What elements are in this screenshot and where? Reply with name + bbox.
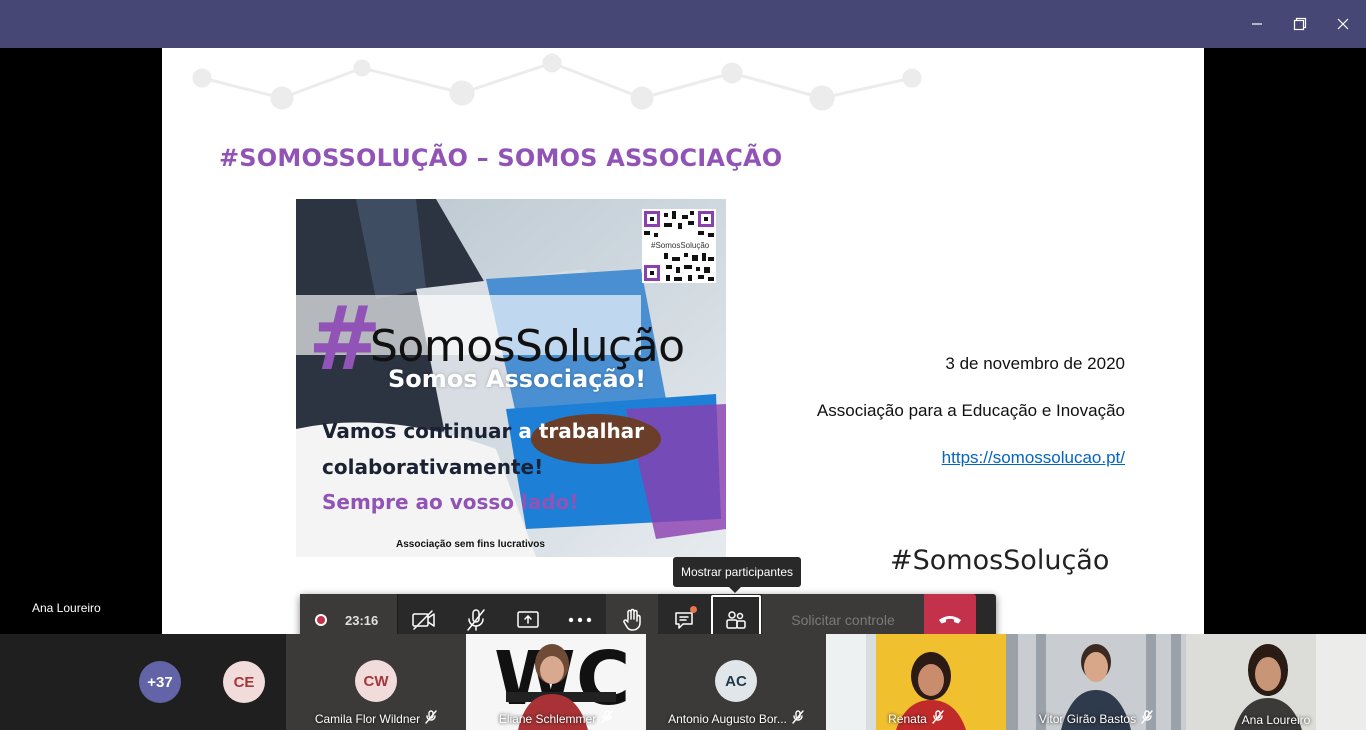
participant-name: Vitor Girão Bastos [1038, 711, 1137, 726]
more-icon [568, 617, 592, 623]
participant-name-row: Camila Flor Wildner [286, 710, 466, 727]
slide-title: #SOMOSSOLUÇÃO – SOMOS ASSOCIAÇÃO [219, 144, 783, 172]
slide-organization: Associação para a Educação e Inovação [816, 401, 1125, 420]
participants-tooltip: Mostrar participantes [673, 557, 802, 593]
mic-off-icon [467, 609, 485, 631]
minimize-icon [1252, 23, 1262, 25]
slide-brand: #SomosSolução [890, 545, 1110, 576]
minimize-button[interactable] [1234, 0, 1280, 48]
close-button[interactable] [1320, 0, 1366, 48]
participant-avatar: AC [715, 660, 757, 702]
slide-date: 3 de novembro de 2020 [945, 354, 1125, 373]
meeting-stage: #SOMOSSOLUÇÃO – SOMOS ASSOCIAÇÃO # Somos… [0, 48, 1366, 646]
raise-hand-icon [623, 608, 641, 631]
slide-url-link[interactable]: https://somossolucao.pt/ [942, 448, 1125, 468]
photo-line-2b: ! [534, 455, 544, 479]
qr-label: #SomosSolução [650, 241, 711, 250]
mic-off-icon [792, 710, 804, 727]
participant-name-row: Vitor Girão Bastos [1006, 710, 1186, 727]
presenter-name: Ana Loureiro [32, 601, 101, 615]
photo-line-2: colaborativamente! [322, 455, 543, 479]
photo-line-3: Sempre ao vosso lado! [322, 490, 579, 514]
participant-avatar-ce[interactable]: CE [223, 661, 265, 703]
photo-line-1a: Vamos continuar [322, 419, 519, 443]
participant-tile-video[interactable]: Vitor Girão Bastos [1006, 634, 1186, 730]
participant-name-row: Eliane Schlemmer [466, 710, 646, 727]
share-screen-icon [517, 611, 539, 628]
shared-slide: #SOMOSSOLUÇÃO – SOMOS ASSOCIAÇÃO # Somos… [162, 48, 1204, 634]
hang-up-icon [939, 616, 961, 624]
camera-off-icon [412, 610, 435, 630]
photo-line-1b: a trabalhar [518, 419, 645, 443]
mic-off-icon [1141, 710, 1153, 727]
mic-off-icon [932, 710, 944, 727]
participant-name: Camila Flor Wildner [314, 711, 421, 726]
mic-off-icon [425, 710, 437, 727]
participant-tile-video[interactable]: Ana Loureiro [1186, 634, 1366, 730]
photo-line-1: Vamos continuar a trabalhar [322, 419, 644, 443]
participant-tile[interactable]: CW Camila Flor Wildner [286, 634, 466, 730]
slide-image: # SomosSolução Somos Associação! Vamos c… [296, 199, 726, 557]
teams-meeting-window: #SOMOSSOLUÇÃO – SOMOS ASSOCIAÇÃO # Somos… [0, 0, 1366, 730]
call-duration: 23:16 [345, 612, 379, 628]
participant-name-row: Antonio Augusto Bor... [646, 710, 826, 727]
participant-tile-video[interactable]: W C Eliane Schlemmer [466, 634, 646, 730]
molecule-decoration [192, 53, 922, 111]
photo-footer: Associação sem fins lucrativos [396, 539, 545, 550]
participant-name-row: Renata [826, 710, 1006, 727]
participant-avatar: CW [355, 660, 397, 702]
participant-tile[interactable]: AC Antonio Augusto Bor... [646, 634, 826, 730]
participant-name: Eliane Schlemmer [498, 711, 597, 726]
close-icon [1337, 18, 1349, 30]
title-bar [0, 0, 1366, 48]
participant-name-row: Ana Loureiro [1186, 713, 1366, 727]
photo-subheadline: Somos Associação! [388, 365, 647, 393]
participant-name: Antonio Augusto Bor... [668, 711, 787, 726]
record-icon [315, 614, 327, 626]
participant-tile-video[interactable]: Renata [826, 634, 1006, 730]
photo-line-2a: colaborativamente [322, 455, 535, 479]
overflow-tile[interactable]: +37 CE [0, 634, 286, 730]
qr-code: #SomosSolução [642, 209, 716, 283]
restore-icon [1293, 17, 1307, 31]
mic-off-icon [601, 710, 613, 727]
restore-button[interactable] [1277, 0, 1323, 48]
more-participants-badge[interactable]: +37 [139, 661, 181, 703]
unread-badge-icon [690, 606, 697, 613]
participant-name: Renata [888, 711, 927, 726]
participants-icon [726, 611, 746, 629]
participant-name: Ana Loureiro [1241, 713, 1311, 727]
participant-strip: +37 CE CW Camila Flor Wildner W C Eliane… [0, 634, 1366, 730]
